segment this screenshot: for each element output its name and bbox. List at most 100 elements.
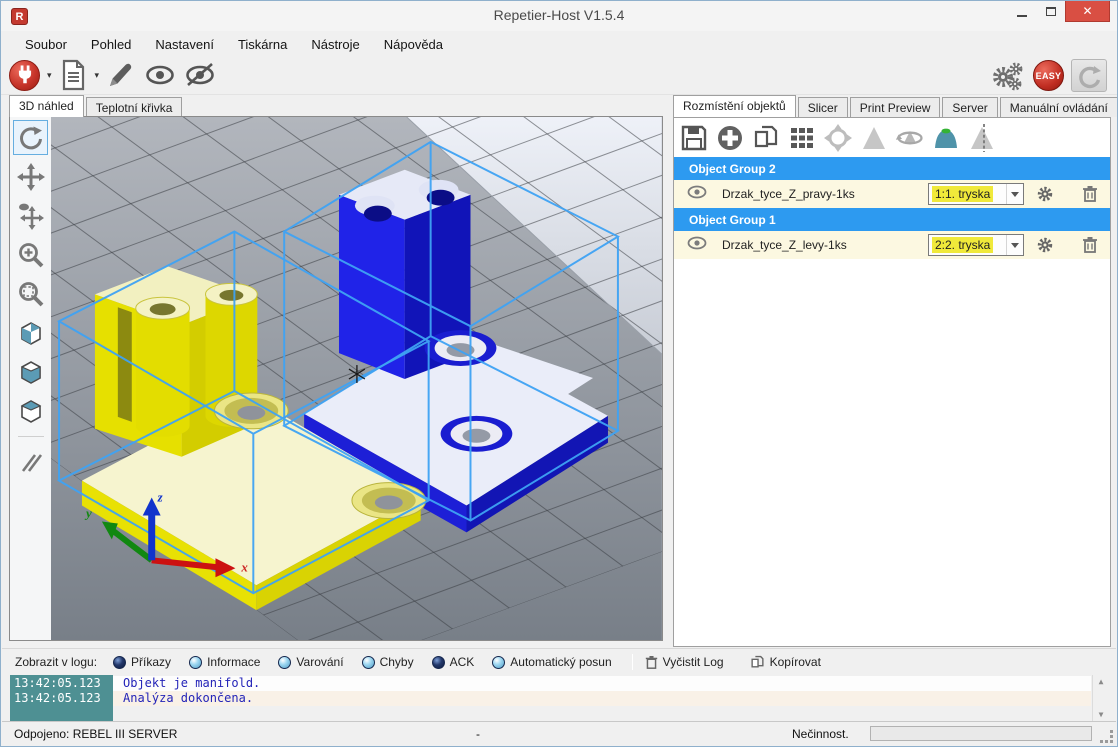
move-viewpoint-icon [17,202,45,230]
close-button[interactable]: ✕ [1065,1,1110,22]
minimize-icon [1017,15,1027,17]
copy-log-button[interactable]: Kopírovat [750,655,821,670]
scale-object-button[interactable] [931,123,961,153]
tab-rozmisteni-objektu[interactable]: Rozmístění objektů [673,95,796,117]
hide-travel-button[interactable] [183,62,217,88]
gear-icon [1036,185,1054,203]
connect-dropdown-arrow[interactable]: ▾ [47,70,52,81]
toggle-ball-icon [113,656,126,669]
toggle-varovani[interactable]: Varování [278,655,343,669]
show-filament-button[interactable] [143,62,177,88]
title-bar: R Repetier-Host V1.5.4 ✕ [1,1,1117,31]
visibility-toggle[interactable] [687,185,707,204]
front-view-icon [17,358,45,386]
toggle-informace[interactable]: Informace [189,655,260,669]
group-header[interactable]: Object Group 2 [674,157,1110,180]
chevron-down-icon[interactable] [1006,235,1023,255]
front-view-button[interactable] [13,354,48,389]
clear-log-button[interactable]: Vyčistit Log [645,655,724,670]
toggle-label: ACK [450,655,475,669]
toggle-ball-icon [432,656,445,669]
extruder-dropdown[interactable]: 2:2. tryska [928,234,1024,256]
zoom-fit-icon [17,280,45,308]
save-button[interactable] [679,123,709,153]
connect-button[interactable] [9,60,40,91]
menu-item-nastaveni[interactable]: Nastavení [143,33,226,56]
cut-icon [968,124,996,152]
delete-object-button[interactable] [1082,185,1098,208]
iso-view-button[interactable] [13,315,48,350]
zoom-in-button[interactable] [13,237,48,272]
toggle-automaticky-posun[interactable]: Automatický posun [492,655,611,669]
scroll-up-icon[interactable]: ▲ [1099,677,1104,686]
iso-view-icon [17,319,45,347]
object-row[interactable]: Drzak_tyce_Z_levy-1ks 2:2. tryska [674,231,1110,259]
zoom-fit-button[interactable] [13,276,48,311]
easy-mode-button[interactable]: EASY [1033,60,1064,91]
object-placement-panel: Object Group 2 Drzak_tyce_Z_pravy-1ks 1:… [673,117,1111,647]
pencil-button[interactable] [105,59,137,91]
delete-object-button[interactable] [1082,236,1098,259]
minimize-button[interactable] [1007,1,1036,22]
tab-print-preview[interactable]: Print Preview [850,97,941,117]
log-time: 13:42:05.123 [10,691,113,706]
object-settings-button[interactable] [1036,236,1054,259]
tab-server[interactable]: Server [942,97,997,117]
emergency-stop-button[interactable] [1071,59,1107,92]
eye-icon [687,185,707,199]
3d-scene: x y z [10,117,662,640]
parallel-projection-button[interactable] [13,445,48,480]
separator [632,654,633,670]
main-toolbar: ▾ ▾ [1,57,1117,95]
maximize-button[interactable] [1036,1,1065,22]
menu-item-napoveda[interactable]: Nápověda [372,33,455,56]
toggle-ack[interactable]: ACK [432,655,475,669]
tab-slicer[interactable]: Slicer [798,97,848,117]
add-object-button[interactable] [715,123,745,153]
load-button[interactable] [58,59,88,91]
chevron-down-icon[interactable] [1006,184,1023,204]
toggle-chyby[interactable]: Chyby [362,655,414,669]
log-output[interactable]: 13:42:05.123 Objekt je manifold. 13:42:0… [2,675,1116,721]
scroll-down-icon[interactable]: ▼ [1099,710,1104,719]
tab-manualni-ovladani[interactable]: Manuální ovládání [1000,97,1118,117]
menu-item-tiskarna[interactable]: Tiskárna [226,33,299,56]
toggle-label: Příkazy [131,655,171,669]
rotate-object-button[interactable] [895,123,925,153]
log-message: Objekt je manifold. [113,676,1091,691]
group-header[interactable]: Object Group 1 [674,208,1110,231]
menu-item-pohled[interactable]: Pohled [79,33,143,56]
tab-teplotni-krivka[interactable]: Teplotní křivka [86,97,183,117]
view-tools-strip [10,117,51,640]
object-name: Drzak_tyce_Z_pravy-1ks [722,187,855,201]
copy-object-button[interactable] [751,123,781,153]
eye-icon [143,62,177,88]
object-settings-button[interactable] [1036,185,1054,208]
printer-settings-button[interactable] [990,60,1026,92]
center-object-button[interactable] [823,123,853,153]
tab-3d-nahled[interactable]: 3D náhled [9,95,84,117]
drop-object-button[interactable] [859,123,889,153]
cut-object-button[interactable] [967,123,997,153]
move-view-button[interactable] [13,159,48,194]
3d-viewport[interactable]: x y z [9,116,663,641]
top-view-button[interactable] [13,393,48,428]
extruder-value: 2:2. tryska [932,237,993,253]
log-scrollbar[interactable]: ▲ ▼ [1092,675,1109,721]
toggle-prikazy[interactable]: Příkazy [113,655,171,669]
copy-log-label: Kopírovat [770,655,821,669]
log-message: Analýza dokončena. [113,691,1091,706]
load-dropdown-arrow[interactable]: ▾ [95,70,100,81]
move-viewpoint-button[interactable] [13,198,48,233]
object-row[interactable]: Drzak_tyce_Z_pravy-1ks 1:1. tryska [674,180,1110,208]
rotate-view-button[interactable] [13,120,48,155]
svg-text:x: x [240,559,248,574]
toggle-label: Chyby [380,655,414,669]
autoposition-button[interactable] [787,123,817,153]
extruder-dropdown[interactable]: 1:1. tryska [928,183,1024,205]
menu-item-soubor[interactable]: Soubor [13,33,79,56]
visibility-toggle[interactable] [687,236,707,255]
status-center-value: - [476,727,480,741]
menu-item-nastroje[interactable]: Nástroje [299,33,371,56]
resize-grip[interactable] [1100,730,1114,744]
